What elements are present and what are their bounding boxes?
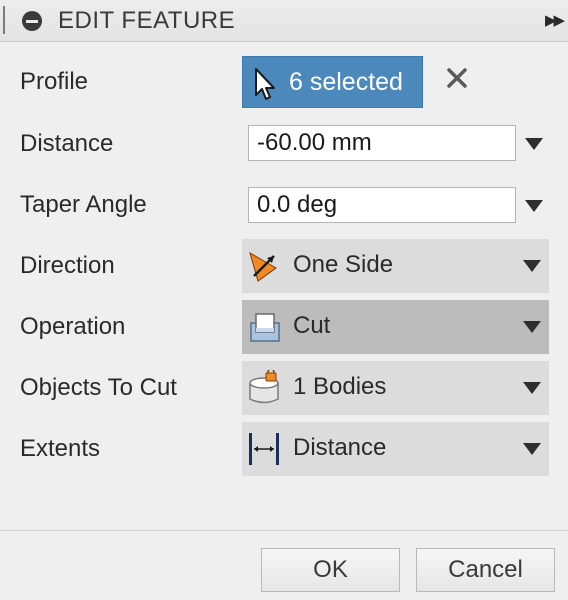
one-side-icon	[249, 251, 277, 282]
operation-value: Cut	[293, 312, 331, 339]
cancel-button[interactable]: Cancel	[416, 548, 555, 592]
expand-icon[interactable]: ▶▶	[545, 11, 565, 29]
objects-to-cut-label: Objects To Cut	[20, 374, 177, 401]
cursor-icon	[255, 68, 275, 100]
profile-label: Profile	[20, 68, 89, 95]
chevron-down-icon	[523, 443, 541, 455]
taper-angle-label: Taper Angle	[20, 191, 147, 218]
profile-selection-button[interactable]: 6 selected	[242, 56, 423, 108]
direction-dropdown[interactable]: One Side	[242, 239, 549, 293]
chevron-down-icon	[523, 321, 541, 333]
direction-label: Direction	[20, 252, 115, 279]
footer-divider	[0, 530, 568, 531]
profile-selection-count: 6 selected	[289, 68, 403, 96]
extents-label: Extents	[20, 435, 101, 462]
operation-label: Operation	[20, 313, 126, 340]
cut-operation-icon	[250, 313, 280, 342]
distance-input[interactable]: -60.00 mm	[248, 125, 516, 161]
dialog-title: EDIT FEATURE	[58, 7, 236, 34]
distance-extent-icon	[249, 433, 279, 465]
direction-value: One Side	[293, 251, 394, 278]
taper-angle-dropdown-arrow-icon[interactable]	[525, 200, 543, 212]
objects-to-cut-dropdown[interactable]: 1 Bodies	[242, 361, 549, 415]
dialog-titlebar: EDIT FEATURE ▶▶	[0, 0, 568, 42]
extents-value: Distance	[293, 434, 387, 461]
ok-button[interactable]: OK	[261, 548, 400, 592]
titlebar-handle[interactable]	[3, 6, 5, 34]
body-lock-icon	[249, 370, 279, 404]
collapse-icon[interactable]	[22, 11, 42, 31]
taper-angle-input[interactable]: 0.0 deg	[248, 187, 516, 223]
clear-selection-icon[interactable]	[443, 64, 471, 92]
chevron-down-icon	[523, 382, 541, 394]
extents-dropdown[interactable]: Distance	[242, 422, 549, 476]
chevron-down-icon	[523, 260, 541, 272]
operation-dropdown[interactable]: Cut	[242, 300, 549, 354]
objects-to-cut-value: 1 Bodies	[293, 373, 387, 400]
distance-dropdown-arrow-icon[interactable]	[525, 138, 543, 150]
distance-label: Distance	[20, 130, 114, 157]
